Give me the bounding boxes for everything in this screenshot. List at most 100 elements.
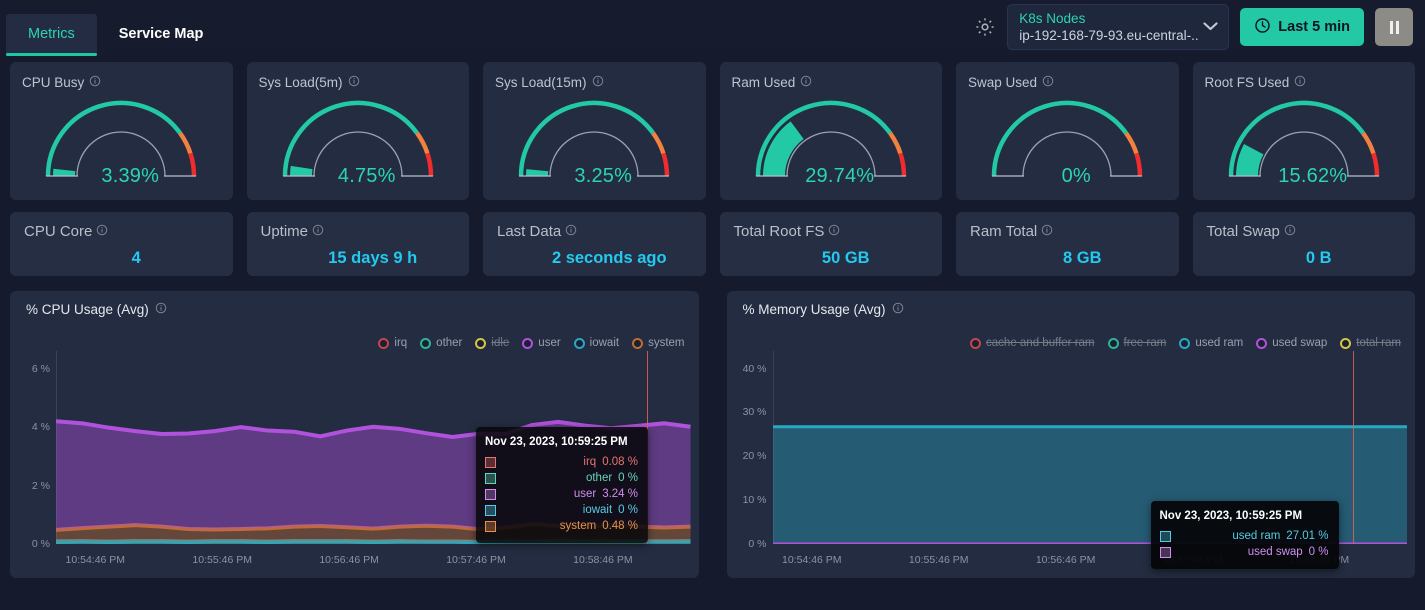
gauge-title: Ram Used xyxy=(732,75,813,90)
info-icon[interactable] xyxy=(1041,223,1053,240)
legend-item[interactable]: irq xyxy=(378,337,407,349)
tooltip-series-value: 0 % xyxy=(618,504,638,516)
pause-button[interactable] xyxy=(1375,8,1413,46)
tooltip-row: iowait 0 % xyxy=(485,502,638,518)
stat-row: CPU Core 4 Uptime 15 days 9 h Last Data … xyxy=(0,200,1425,276)
crosshair-line xyxy=(1352,351,1354,544)
stat-panel: Uptime 15 days 9 h xyxy=(246,212,469,276)
info-icon[interactable] xyxy=(592,75,604,90)
chart-title: % Memory Usage (Avg) xyxy=(743,302,904,317)
info-icon[interactable] xyxy=(828,223,840,240)
gauge-value: 4.75% xyxy=(337,165,396,187)
tooltip-series-value: 0.08 % xyxy=(602,456,638,468)
stat-title: CPU Core xyxy=(24,223,108,240)
legend-color-dot xyxy=(970,337,982,349)
info-icon[interactable] xyxy=(348,75,360,90)
top-bar-controls: K8s Nodes ip-192-168-79-93.eu-central-..… xyxy=(974,0,1413,54)
info-icon[interactable] xyxy=(155,302,167,317)
variable-picker-k8s-nodes[interactable]: K8s Nodes ip-192-168-79-93.eu-central-..… xyxy=(1007,4,1230,50)
info-icon[interactable] xyxy=(89,75,101,90)
legend-item[interactable]: other xyxy=(420,337,462,349)
tooltip-series-name: irq xyxy=(583,456,597,468)
tooltip-color-swatch xyxy=(485,504,496,516)
tooltip-row: user 3.24 % xyxy=(485,486,638,502)
stat-title-label: CPU Core xyxy=(24,223,93,240)
gauge-title: Root FS Used xyxy=(1205,75,1307,90)
gauge-value: 29.74% xyxy=(805,165,875,187)
gauge-title-label: Sys Load(5m) xyxy=(258,75,343,90)
stat-title: Last Data xyxy=(497,223,577,240)
x-axis-tick: 10:56:46 PM xyxy=(319,554,379,566)
legend-item[interactable]: iowait xyxy=(573,337,620,349)
stat-title: Ram Total xyxy=(970,223,1053,240)
tooltip-row: system 0.48 % xyxy=(485,518,638,534)
chart-plot[interactable]: 0 % 10 % 20 % 30 % 40 % 10:54:46 PM 10:55:46 … xyxy=(727,351,1416,578)
tooltip-series-name: user xyxy=(573,488,597,500)
tooltip-series-name: used swap xyxy=(1247,546,1303,558)
legend-color-dot xyxy=(1256,337,1268,349)
info-icon[interactable] xyxy=(800,75,812,90)
tooltip-series-value: 3.24 % xyxy=(602,488,638,500)
stat-value: 50 GB xyxy=(821,249,870,267)
tab-service-map[interactable]: Service Map xyxy=(97,14,226,54)
time-range-button[interactable]: Last 5 min xyxy=(1240,8,1364,46)
x-axis-tick: 10:54:46 PM xyxy=(65,554,126,566)
tooltip-series-name: other xyxy=(585,472,613,484)
stat-value: 2 seconds ago xyxy=(551,249,667,267)
chart-legend: irq other idle user iowait system xyxy=(378,337,685,349)
stat-value: 8 GB xyxy=(1062,249,1102,267)
gauge-title-label: Root FS Used xyxy=(1204,75,1290,90)
chart-tooltip: Nov 23, 2023, 10:59:25 PM irq 0.08 % oth… xyxy=(476,427,648,543)
y-axis-tick: 2 % xyxy=(31,479,50,492)
legend-item[interactable]: user xyxy=(522,337,561,349)
info-icon[interactable] xyxy=(1294,75,1306,90)
chart-row: % CPU Usage (Avg) irq other idle user io… xyxy=(0,276,1425,578)
gauge-panel: Sys Load(5m) 4.75% xyxy=(246,62,469,200)
top-bar: Metrics Service Map K8s Nodes ip-192-168… xyxy=(0,0,1425,56)
legend-item[interactable]: free ram xyxy=(1107,337,1167,349)
info-icon[interactable] xyxy=(1284,223,1296,240)
legend-label: free ram xyxy=(1123,337,1167,349)
chart-tooltip: Nov 23, 2023, 10:59:25 PM used ram 27.01… xyxy=(1150,501,1339,569)
tooltip-row: used ram 27.01 % xyxy=(1159,528,1329,544)
gauge-title: Swap Used xyxy=(968,75,1054,90)
variable-label: K8s Nodes xyxy=(1019,10,1086,26)
legend-color-dot xyxy=(378,337,390,349)
info-icon[interactable] xyxy=(892,302,904,317)
tab-metrics-label: Metrics xyxy=(28,26,75,42)
x-axis-tick: 10:55:46 PM xyxy=(192,554,252,566)
time-range-label: Last 5 min xyxy=(1278,19,1350,35)
legend-item[interactable]: system xyxy=(632,337,685,349)
tooltip-color-swatch xyxy=(1159,546,1171,558)
tooltip-series-value: 0 % xyxy=(1308,546,1329,558)
chart-plot[interactable]: 0 % 2 % 4 % 6 % 10:54:46 PM 10:55:46 PM 10:56… xyxy=(10,351,699,578)
legend-item[interactable]: idle xyxy=(475,337,509,349)
info-icon[interactable] xyxy=(565,223,577,240)
gauge-title: Sys Load(5m) xyxy=(259,75,360,90)
gear-icon[interactable] xyxy=(974,16,996,38)
legend-item[interactable]: used swap xyxy=(1256,337,1327,349)
legend-item[interactable]: cache and buffer ram xyxy=(970,337,1095,349)
legend-item[interactable]: used ram xyxy=(1179,337,1243,349)
x-axis-tick: 10:55:46 PM xyxy=(908,554,969,566)
gauge-row: CPU Busy 3.39% Sys Load(5m) 4.75% Sys Lo… xyxy=(0,54,1425,200)
tab-metrics[interactable]: Metrics xyxy=(6,14,97,56)
stat-title-label: Last Data xyxy=(497,223,562,240)
tooltip-color-swatch xyxy=(485,520,496,532)
gauge-title: CPU Busy xyxy=(22,75,101,90)
gauge-panel: CPU Busy 3.39% xyxy=(10,62,233,200)
y-axis-tick: 40 % xyxy=(742,362,767,375)
stat-panel: Ram Total 8 GB xyxy=(956,212,1179,276)
tooltip-series-value: 0.48 % xyxy=(602,520,638,532)
tooltip-series-value: 27.01 % xyxy=(1286,530,1329,542)
chart-panel: % CPU Usage (Avg) irq other idle user io… xyxy=(10,291,699,578)
legend-label: iowait xyxy=(589,337,620,349)
tooltip-series-name: iowait xyxy=(582,504,613,516)
legend-item[interactable]: total ram xyxy=(1340,337,1401,349)
dashboard-root: Metrics Service Map K8s Nodes ip-192-168… xyxy=(0,0,1425,610)
y-axis-tick: 20 % xyxy=(742,450,767,463)
chart-legend: cache and buffer ram free ram used ram u… xyxy=(970,337,1401,349)
info-icon[interactable] xyxy=(312,223,324,240)
info-icon[interactable] xyxy=(1042,75,1054,90)
info-icon[interactable] xyxy=(96,223,108,240)
